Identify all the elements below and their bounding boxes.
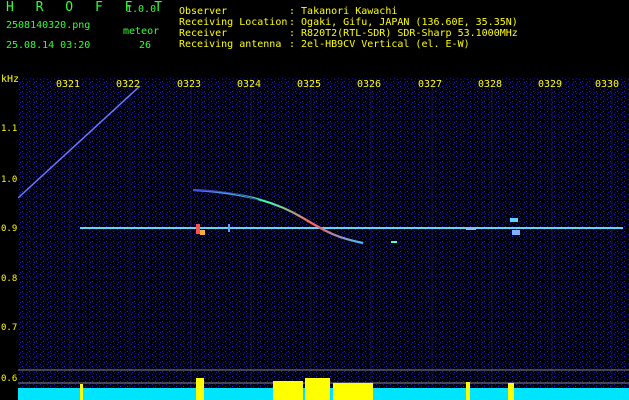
app-version: 1.0.0 [126,4,157,15]
info-header: H R O F F T 1.0.0 2508140320.png 25.08.1… [0,0,629,72]
freq-tick: 1.1 [1,124,18,134]
time-tick: 0327 [418,79,443,90]
time-tick: 0326 [357,79,382,90]
freq-tick: 1.0 [1,175,18,185]
time-tick: 0329 [538,79,563,90]
time-tick: 0325 [297,79,322,90]
meteor-count: 26 [139,40,152,51]
time-tick: 0330 [595,79,620,90]
file-name: 2508140320.png [6,20,91,31]
time-tick: 0321 [56,79,81,90]
freq-tick: 0.8 [1,274,18,284]
antenna-label: Receiving antenna [179,39,282,50]
date-time: 25.08.14 03:20 [6,40,91,51]
freq-tick: 0.7 [1,323,18,333]
spectrogram-canvas [18,78,629,400]
antenna-value: : 2el-HB9CV Vertical (el. E-W) [289,39,470,50]
freq-tick: 0.6 [1,374,18,384]
time-tick: 0323 [177,79,202,90]
time-tick: 0322 [116,79,141,90]
meteor-label: meteor [123,26,160,37]
y-axis-unit: kHz [1,74,20,85]
noise-background [18,78,629,400]
time-tick: 0324 [237,79,262,90]
time-tick: 0328 [478,79,503,90]
freq-tick: 0.9 [1,224,18,234]
